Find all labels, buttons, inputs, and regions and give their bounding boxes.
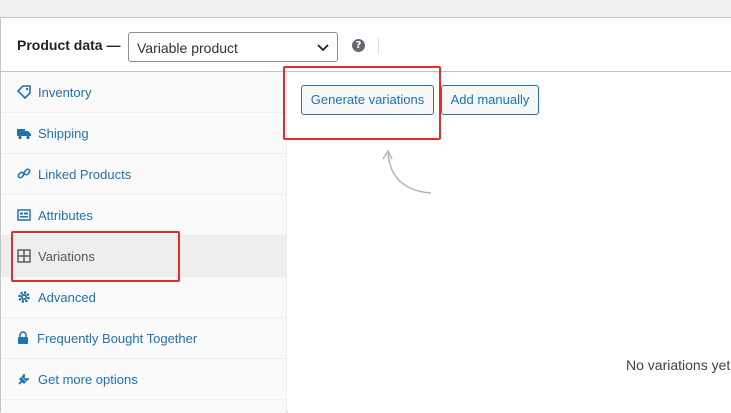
empty-variations-message: No variations yet xyxy=(626,357,731,373)
tab-linked-products[interactable]: Linked Products xyxy=(1,154,287,195)
tab-inventory[interactable]: Inventory xyxy=(1,72,287,113)
variations-content: Generate variations Add manually No vari… xyxy=(288,72,731,413)
tab-attributes[interactable]: Attributes xyxy=(1,195,287,236)
curved-arrow-icon xyxy=(382,149,432,194)
grid-icon xyxy=(17,249,31,263)
help-icon[interactable]: ? xyxy=(352,39,365,52)
tab-label: Advanced xyxy=(38,290,96,305)
tag-icon xyxy=(17,85,31,99)
tab-variations[interactable]: Variations xyxy=(1,236,287,277)
tab-label: Inventory xyxy=(38,85,92,100)
list-view-icon xyxy=(17,209,31,221)
product-type-value: Variable product xyxy=(137,40,238,56)
truck-icon xyxy=(17,129,31,140)
tab-frequently-bought-together[interactable]: Frequently Bought Together xyxy=(1,318,287,359)
gear-icon xyxy=(18,291,30,303)
tab-label: Attributes xyxy=(38,208,93,223)
tab-label: Frequently Bought Together xyxy=(37,331,198,346)
tab-label: Variations xyxy=(38,249,95,264)
product-data-panel: Product data — Variable product ? Invent… xyxy=(0,17,731,413)
link-icon xyxy=(17,168,31,179)
product-data-tabs: Inventory Shipping Linked Products Attri… xyxy=(1,72,287,413)
chevron-down-icon xyxy=(317,44,329,52)
header-divider xyxy=(378,38,379,54)
lock-icon xyxy=(18,331,28,344)
tab-label: Shipping xyxy=(38,126,89,141)
generate-variations-button[interactable]: Generate variations xyxy=(301,85,434,115)
product-type-select[interactable]: Variable product xyxy=(128,32,338,62)
tab-shipping[interactable]: Shipping xyxy=(1,113,287,154)
tab-get-more-options[interactable]: Get more options xyxy=(1,359,287,400)
tab-label: Get more options xyxy=(38,372,138,387)
product-data-title: Product data — xyxy=(17,37,121,53)
product-data-header: Product data — Variable product ? xyxy=(1,18,731,72)
tab-advanced[interactable]: Advanced xyxy=(1,277,287,318)
tab-label: Linked Products xyxy=(38,167,132,182)
add-manually-button[interactable]: Add manually xyxy=(441,85,539,115)
plugin-icon xyxy=(18,374,29,385)
